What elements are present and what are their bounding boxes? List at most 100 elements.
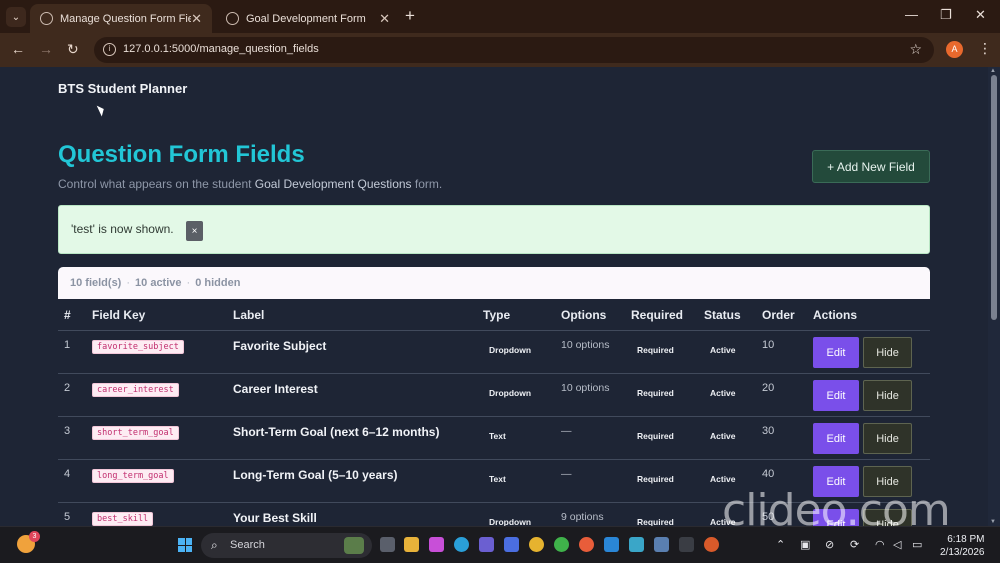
table-header: # Field Key Label Type Options Required … [58, 303, 930, 331]
row-number: 3 [64, 425, 71, 437]
bookmark-star-icon[interactable]: ☆ [909, 41, 922, 58]
tab-title: Manage Question Form Fields [60, 12, 192, 25]
notification-badge: 3 [29, 531, 40, 542]
chrome-icon[interactable] [529, 537, 544, 552]
volume-icon[interactable]: ◁ [893, 538, 901, 551]
field-key-code: favorite_subject [92, 340, 184, 354]
taskbar-search[interactable]: ⌕ Search [201, 533, 372, 558]
battery-icon[interactable]: ▭ [912, 538, 922, 551]
tab-title: Goal Development Form [246, 12, 366, 25]
edit-button[interactable]: Edit [813, 423, 859, 454]
field-label: Your Best Skill [233, 511, 317, 525]
new-tab-icon[interactable]: + [405, 6, 415, 26]
row-number: 5 [64, 511, 71, 523]
recorder-icon[interactable] [704, 537, 719, 552]
close-tab-icon[interactable]: ✕ [191, 11, 202, 27]
tray-overflow-icon[interactable]: ⌃ [776, 538, 785, 551]
status-badge: Active [710, 388, 736, 398]
column-header-status: Status [704, 308, 741, 322]
field-options: 9 options [561, 511, 604, 523]
brand-title[interactable]: BTS Student Planner [58, 81, 187, 96]
tab-manage-question-form-fields[interactable]: Manage Question Form Fields ✕ [30, 4, 212, 33]
tray-mute-icon[interactable]: ⊘ [825, 538, 834, 551]
browser-menu-icon[interactable]: ⋮ [978, 40, 992, 57]
field-type-badge: Text [489, 474, 506, 484]
copilot-icon[interactable] [429, 537, 444, 552]
notepad-icon[interactable] [629, 537, 644, 552]
scroll-up-icon[interactable]: ▲ [990, 68, 996, 74]
hide-button[interactable]: Hide [863, 423, 912, 454]
close-window-icon[interactable]: ✕ [975, 7, 986, 23]
reload-icon[interactable]: ↻ [67, 41, 79, 58]
status-badge: Active [710, 345, 736, 355]
hide-button[interactable]: Hide [863, 380, 912, 411]
fields-summary-bar: 10 field(s) · 10 active · 0 hidden [58, 267, 930, 299]
back-icon[interactable]: ← [11, 41, 25, 57]
globe-icon [226, 12, 239, 25]
column-header-order: Order [762, 308, 795, 322]
field-key-code: best_skill [92, 512, 154, 526]
file-explorer-icon[interactable] [404, 537, 419, 552]
edit-button[interactable]: Edit [813, 380, 859, 411]
field-type-badge: Dropdown [489, 388, 532, 398]
page-scrollbar[interactable]: ▲ ▼ [988, 67, 1000, 526]
address-bar[interactable]: i 127.0.0.1:5000/manage_question_fields … [94, 37, 934, 63]
forward-icon[interactable]: → [39, 41, 53, 57]
vscode-icon[interactable] [604, 537, 619, 552]
chrome-profile-icon[interactable] [554, 537, 569, 552]
summary-separator: · [186, 277, 191, 289]
tray-sync-icon[interactable]: ⟳ [850, 538, 859, 551]
field-order: 10 [762, 339, 775, 351]
tray-app-icon[interactable]: ▣ [800, 538, 810, 551]
field-label: Career Interest [233, 382, 318, 396]
weather-widget-icon[interactable]: 3 [17, 531, 40, 553]
taskbar-clock[interactable]: 6:18 PM 2/13/2026 [940, 533, 985, 559]
field-type-badge: Dropdown [489, 517, 532, 526]
search-icon: ⌕ [211, 538, 218, 552]
column-header-number: # [64, 308, 71, 322]
url-text[interactable]: 127.0.0.1:5000/manage_question_fields [123, 43, 319, 55]
windows-start-icon[interactable] [178, 538, 192, 552]
tab-search-chevron-icon[interactable]: ⌄ [6, 7, 26, 27]
teams-icon[interactable] [479, 537, 494, 552]
table-row: 2 career_interest Career Interest Dropdo… [58, 374, 930, 417]
edit-button[interactable]: Edit [813, 337, 859, 368]
status-badge: Active [710, 474, 736, 484]
required-badge: Required [637, 517, 674, 526]
field-label: Favorite Subject [233, 339, 327, 353]
restore-icon[interactable]: ❐ [940, 7, 952, 23]
mouse-cursor-icon [96, 103, 107, 117]
column-header-field-key: Field Key [92, 308, 146, 322]
hide-button[interactable]: Hide [863, 337, 912, 368]
minimize-icon[interactable]: — [905, 7, 918, 22]
field-type-badge: Dropdown [489, 345, 532, 355]
site-info-icon[interactable]: i [103, 43, 116, 56]
page-content: BTS Student Planner Question Form Fields… [0, 67, 988, 526]
column-header-label: Label [233, 308, 265, 322]
close-tab-icon[interactable]: ✕ [379, 11, 390, 27]
tab-goal-development-form[interactable]: Goal Development Form ✕ [216, 4, 400, 33]
chrome-active-icon[interactable] [579, 537, 594, 552]
wifi-icon[interactable]: ◠ [875, 538, 885, 551]
store-icon[interactable] [504, 537, 519, 552]
alert-message: 'test' is now shown. [71, 222, 174, 236]
field-key-code: short_term_goal [92, 426, 179, 440]
task-view-icon[interactable] [380, 537, 395, 552]
alert-close-button[interactable]: × [186, 221, 203, 241]
column-header-options: Options [561, 308, 607, 322]
terminal-icon[interactable] [679, 537, 694, 552]
scrollbar-thumb[interactable] [991, 75, 997, 320]
add-new-field-button[interactable]: + Add New Field [812, 150, 930, 183]
edge-icon[interactable] [454, 537, 469, 552]
postgres-icon[interactable] [654, 537, 669, 552]
browser-toolbar: ← → ↻ i 127.0.0.1:5000/manage_question_f… [0, 33, 1000, 67]
scroll-down-icon[interactable]: ▼ [990, 519, 996, 525]
summary-field-count: 10 field(s) [70, 277, 122, 289]
page-subtitle: Control what appears on the student Goal… [58, 177, 442, 191]
required-badge: Required [637, 345, 674, 355]
success-alert: 'test' is now shown. × [58, 205, 930, 254]
subtitle-form-name: Goal Development Questions [254, 177, 412, 191]
table-row: 1 favorite_subject Favorite Subject Drop… [58, 331, 930, 374]
search-placeholder: Search [230, 539, 265, 551]
profile-avatar[interactable]: A [946, 41, 963, 58]
